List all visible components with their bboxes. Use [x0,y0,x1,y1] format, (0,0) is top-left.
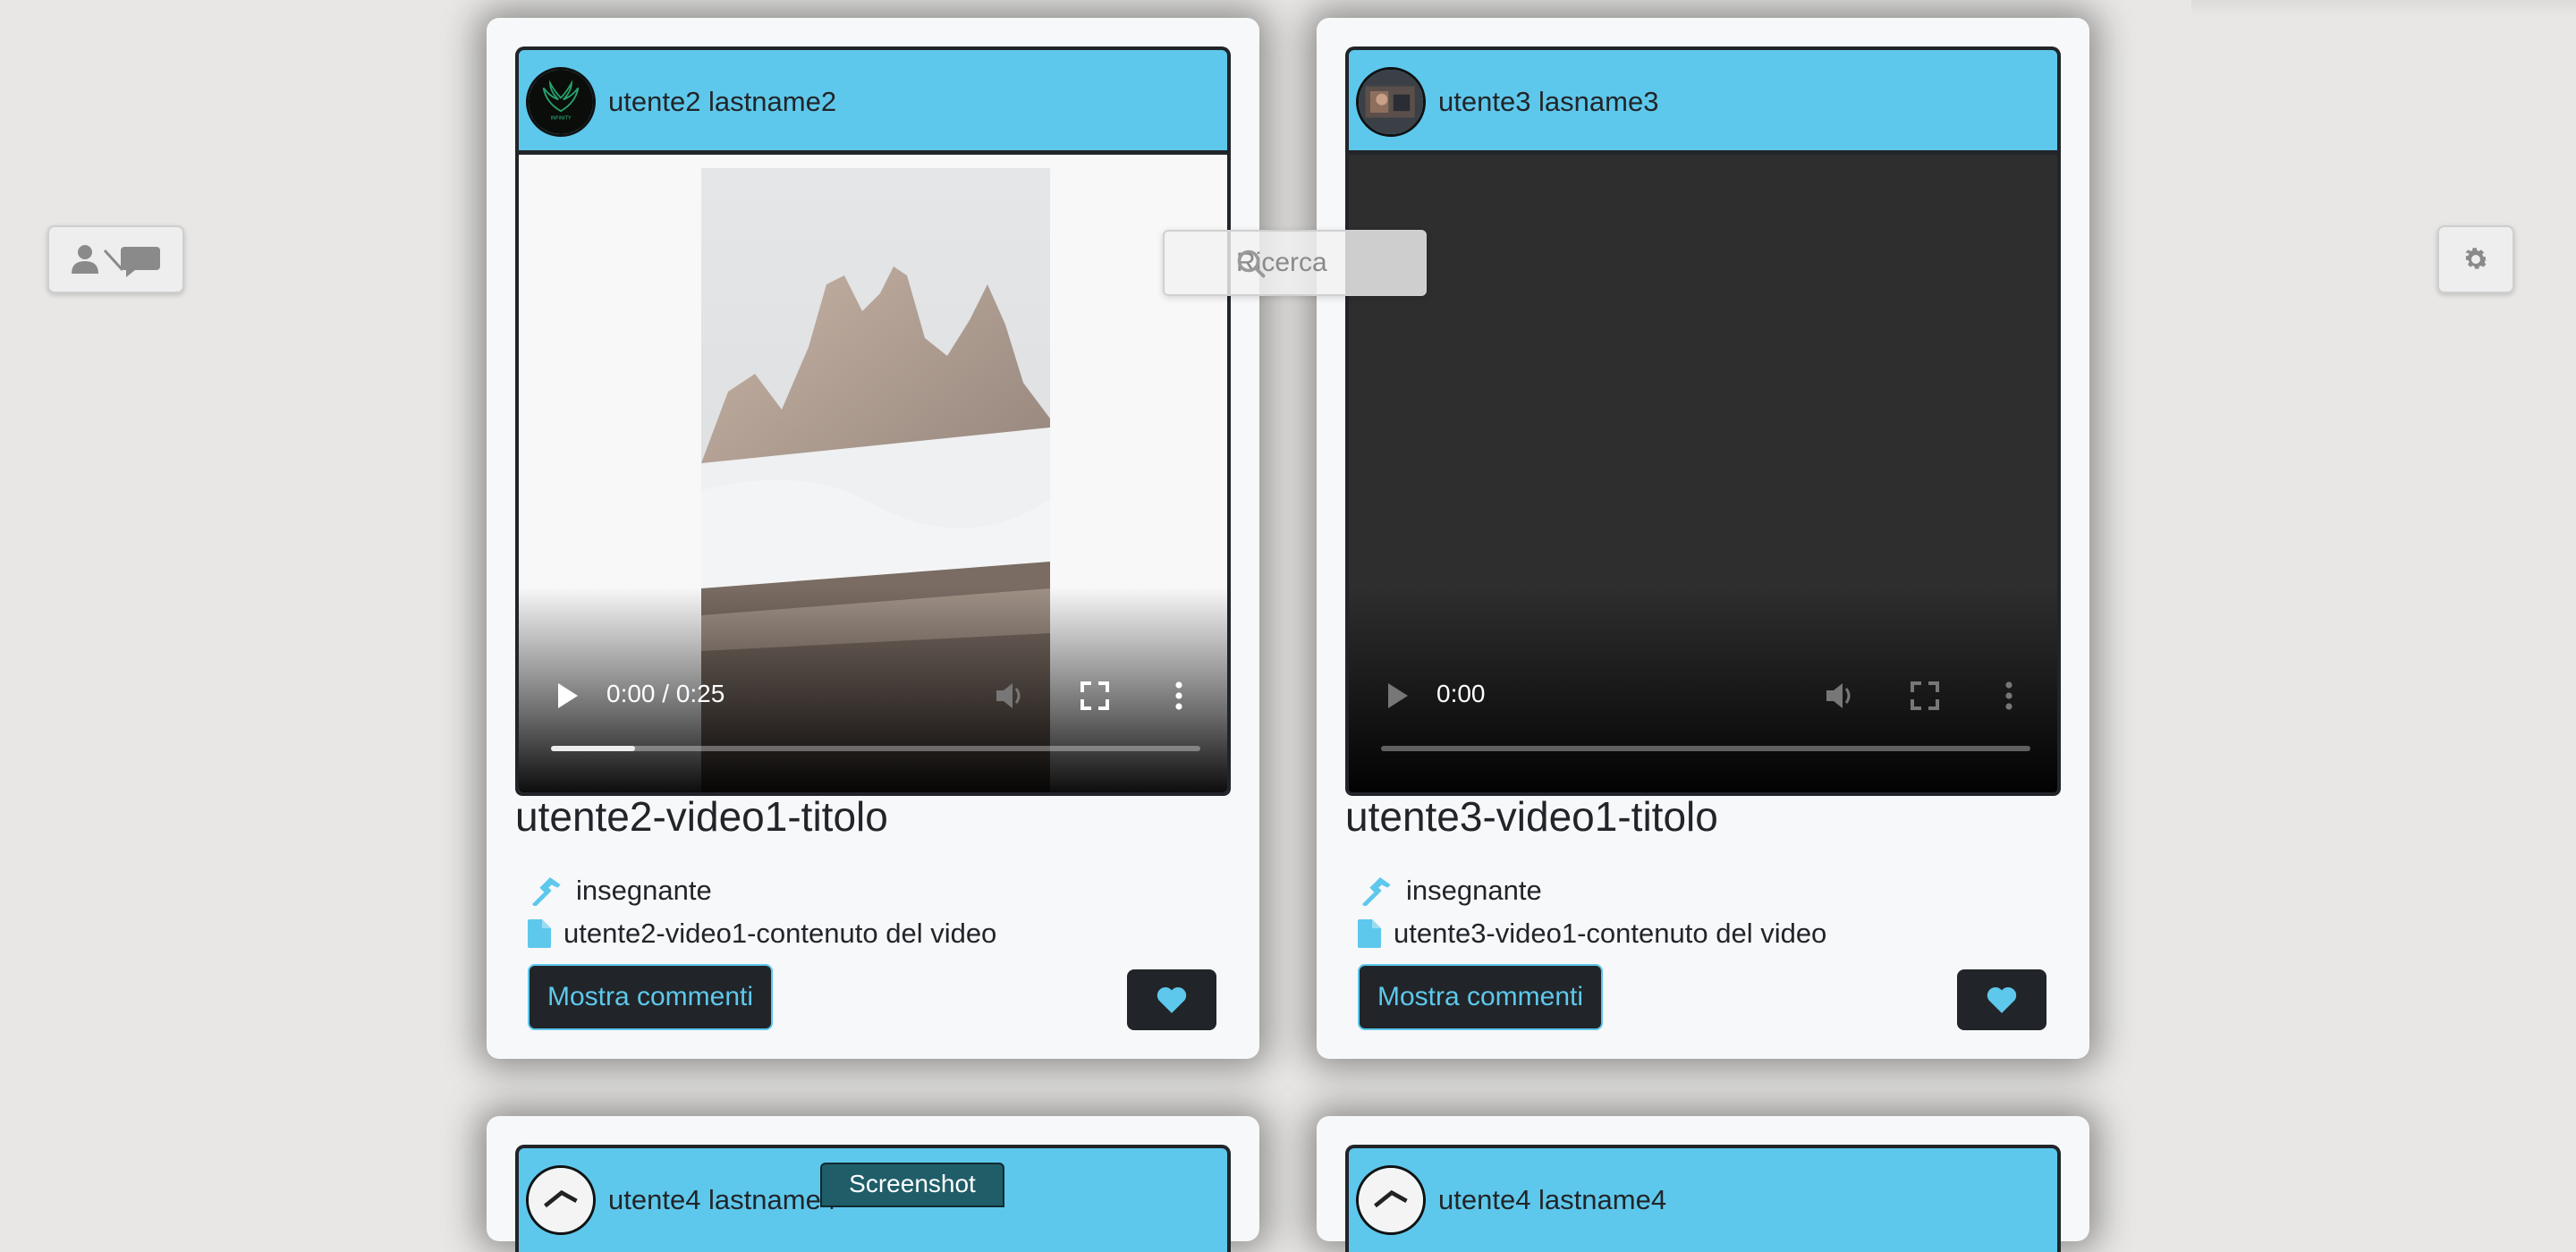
video-time: 0:00 [1436,680,1486,707]
screenshot-tab[interactable]: Screenshot [820,1163,1004,1207]
post-title: utente3-video1-titolo [1345,793,1718,840]
gear-icon [2465,248,2488,269]
show-comments-button[interactable]: Mostra commenti [528,964,773,1030]
file-icon [1358,919,1381,948]
post-header: INFINITY utente2 lastname2 [515,47,1231,154]
user-comment-off-icon [71,245,160,277]
show-comments-button[interactable]: Mostra commenti [1358,964,1603,1030]
avatar-image [529,1168,593,1232]
hammer-icon [532,877,561,906]
search-box[interactable]: Ricerca [1163,230,1427,296]
like-button[interactable] [1127,969,1216,1030]
post-card: utente3 lasname3 0:00 utente3-video1-tit… [1317,18,2089,1059]
username[interactable]: utente4 lastname4 [608,1184,836,1216]
post-header: utente3 lasname3 [1345,47,2061,154]
more-options-icon[interactable] [2004,681,2014,710]
content-text: utente3-video1-contenuto del video [1394,918,1827,949]
avatar-image [1359,70,1423,134]
video-player[interactable]: 0:00 [1345,168,2061,796]
avatar[interactable] [526,1165,596,1235]
role-text: insegnante [1406,875,1542,906]
video-controls: 0:00 / 0:25 [519,669,1227,723]
fullscreen-icon[interactable] [1080,681,1109,710]
video-controls: 0:00 [1349,669,2057,723]
post-card: INFINITY utente2 lastname2 0:00 / 0:25 u… [487,18,1259,1059]
post-content: utente2-video1-contenuto del video [528,918,996,950]
avatar[interactable]: INFINITY [526,67,596,137]
post-content: utente3-video1-contenuto del video [1358,918,1826,950]
avatar[interactable] [1356,67,1426,137]
username[interactable]: utente2 lastname2 [608,86,836,118]
post-role: insegnante [528,875,712,907]
post-header: utente4 lastname4 [1345,1145,2061,1252]
video-progress-bar[interactable] [551,746,1200,751]
video-player[interactable]: 0:00 / 0:25 [515,168,1231,796]
heart-icon [1987,986,2017,1013]
post-title: utente2-video1-titolo [515,793,888,840]
more-options-icon[interactable] [1174,681,1184,710]
avatar[interactable] [1356,1165,1426,1235]
svg-text:INFINITY: INFINITY [550,115,572,121]
play-icon[interactable] [555,681,580,710]
heart-icon [1157,986,1187,1013]
video-time: 0:00 / 0:25 [606,680,725,707]
play-icon[interactable] [1385,681,1410,710]
avatar-image: INFINITY [529,70,593,134]
toggle-chat-button[interactable] [47,225,184,293]
username[interactable]: utente4 lastname4 [1438,1184,1666,1216]
top-edge-shadow [2191,0,2576,16]
post-role: insegnante [1358,875,1542,907]
content-text: utente2-video1-contenuto del video [564,918,997,949]
post-card: utente4 lastname4 [1317,1116,2089,1252]
hammer-icon [1362,877,1391,906]
volume-icon[interactable] [995,681,1027,710]
fullscreen-icon[interactable] [1911,681,1939,710]
avatar-image [1359,1168,1423,1232]
search-icon [1237,250,1266,278]
role-text: insegnante [576,875,712,906]
video-progress-fill [551,746,636,751]
username[interactable]: utente3 lasname3 [1438,86,1658,118]
volume-icon[interactable] [1825,681,1857,710]
settings-button[interactable] [2437,225,2514,293]
like-button[interactable] [1957,969,2046,1030]
video-progress-bar[interactable] [1381,746,2030,751]
file-icon [528,919,551,948]
